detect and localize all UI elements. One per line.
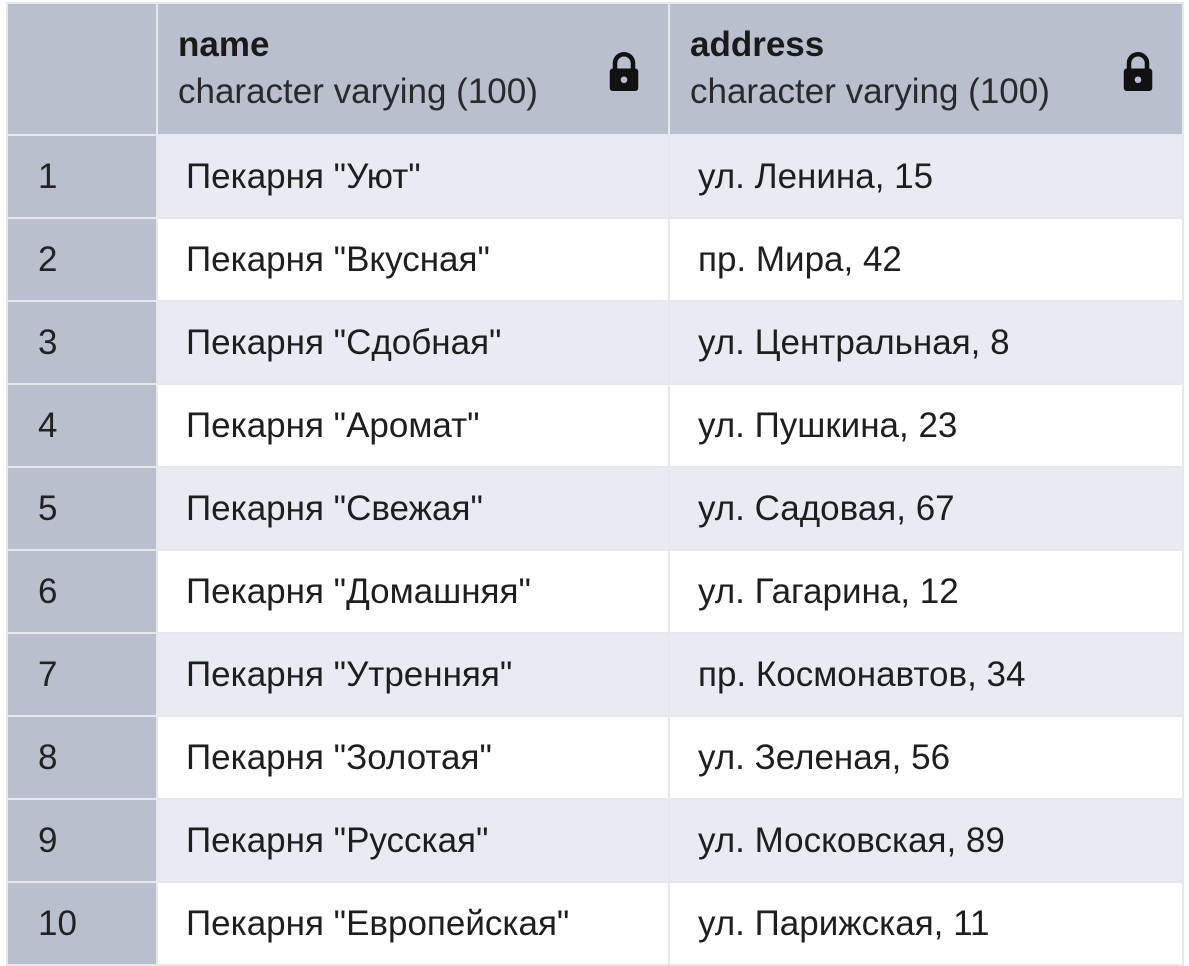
cell-address[interactable]: ул. Московская, 89 xyxy=(668,798,1184,883)
row-number[interactable]: 7 xyxy=(6,632,158,717)
cell-name[interactable]: Пекарня "Сдобная" xyxy=(156,300,670,385)
cell-name[interactable]: Пекарня "Вкусная" xyxy=(156,217,670,302)
header-row: name character varying (100) address cha… xyxy=(6,2,1184,136)
row-number[interactable]: 6 xyxy=(6,549,158,634)
cell-name[interactable]: Пекарня "Уют" xyxy=(156,134,670,219)
row-number[interactable]: 3 xyxy=(6,300,158,385)
row-number-header[interactable] xyxy=(6,2,158,136)
cell-address[interactable]: ул. Центральная, 8 xyxy=(668,300,1184,385)
table-row[interactable]: 10 Пекарня "Европейская" ул. Парижская, … xyxy=(6,881,1184,966)
cell-name[interactable]: Пекарня "Аромат" xyxy=(156,383,670,468)
cell-address[interactable]: ул. Зеленая, 56 xyxy=(668,715,1184,800)
lock-icon xyxy=(609,52,639,91)
cell-name[interactable]: Пекарня "Утренняя" xyxy=(156,632,670,717)
table-row[interactable]: 9 Пекарня "Русская" ул. Московская, 89 xyxy=(6,798,1184,883)
table-row[interactable]: 8 Пекарня "Золотая" ул. Зеленая, 56 xyxy=(6,715,1184,800)
table-row[interactable]: 1 Пекарня "Уют" ул. Ленина, 15 xyxy=(6,134,1184,219)
cell-address[interactable]: ул. Парижская, 11 xyxy=(668,881,1184,966)
column-type-label: character varying (100) xyxy=(178,72,538,111)
table-row[interactable]: 6 Пекарня "Домашняя" ул. Гагарина, 12 xyxy=(6,549,1184,634)
column-type-label: character varying (100) xyxy=(690,72,1050,111)
result-grid: name character varying (100) address cha… xyxy=(6,2,1184,966)
row-number[interactable]: 2 xyxy=(6,217,158,302)
row-number[interactable]: 4 xyxy=(6,383,158,468)
cell-name[interactable]: Пекарня "Русская" xyxy=(156,798,670,883)
lock-icon xyxy=(1123,52,1153,91)
row-number[interactable]: 8 xyxy=(6,715,158,800)
column-name-label: address xyxy=(690,25,825,64)
row-number[interactable]: 1 xyxy=(6,134,158,219)
row-number[interactable]: 5 xyxy=(6,466,158,551)
row-number[interactable]: 9 xyxy=(6,798,158,883)
table-row[interactable]: 5 Пекарня "Свежая" ул. Садовая, 67 xyxy=(6,466,1184,551)
table-row[interactable]: 2 Пекарня "Вкусная" пр. Мира, 42 xyxy=(6,217,1184,302)
cell-address[interactable]: пр. Космонавтов, 34 xyxy=(668,632,1184,717)
cell-name[interactable]: Пекарня "Домашняя" xyxy=(156,549,670,634)
column-name-label: name xyxy=(178,25,270,64)
cell-address[interactable]: пр. Мира, 42 xyxy=(668,217,1184,302)
cell-address[interactable]: ул. Гагарина, 12 xyxy=(668,549,1184,634)
table-row[interactable]: 7 Пекарня "Утренняя" пр. Космонавтов, 34 xyxy=(6,632,1184,717)
cell-address[interactable]: ул. Пушкина, 23 xyxy=(668,383,1184,468)
table-row[interactable]: 3 Пекарня "Сдобная" ул. Центральная, 8 xyxy=(6,300,1184,385)
cell-address[interactable]: ул. Ленина, 15 xyxy=(668,134,1184,219)
row-number[interactable]: 10 xyxy=(6,881,158,966)
column-header-name[interactable]: name character varying (100) xyxy=(156,2,670,136)
cell-name[interactable]: Пекарня "Золотая" xyxy=(156,715,670,800)
cell-name[interactable]: Пекарня "Европейская" xyxy=(156,881,670,966)
cell-address[interactable]: ул. Садовая, 67 xyxy=(668,466,1184,551)
table-row[interactable]: 4 Пекарня "Аромат" ул. Пушкина, 23 xyxy=(6,383,1184,468)
cell-name[interactable]: Пекарня "Свежая" xyxy=(156,466,670,551)
column-header-address[interactable]: address character varying (100) xyxy=(668,2,1184,136)
